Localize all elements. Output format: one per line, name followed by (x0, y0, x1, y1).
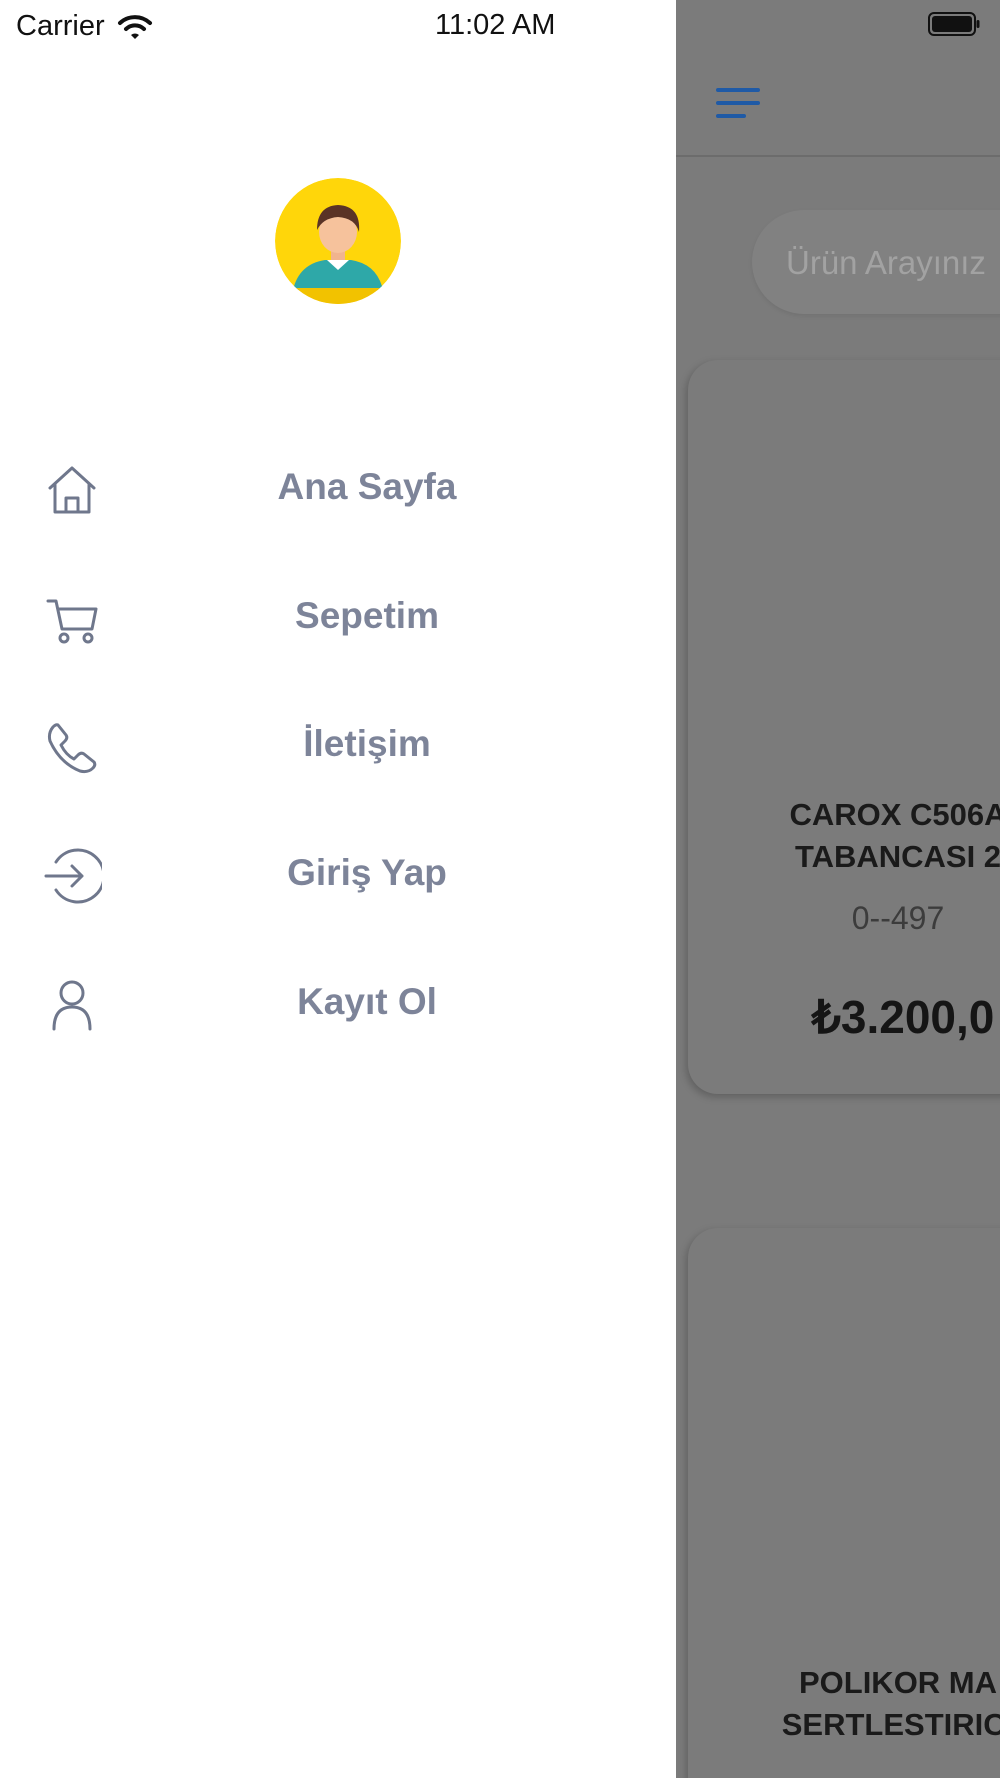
side-drawer: Carrier 11:02 AM Ana Sayfa Sepetim İleti… (0, 0, 676, 1778)
drawer-menu: Ana Sayfa Sepetim İletişim Giriş Yap Kay… (0, 440, 676, 1083)
login-icon (42, 846, 106, 906)
product-title-line: POLIKOR MA (798, 1665, 998, 1700)
menu-item-label: Giriş Yap (287, 852, 447, 894)
menu-item-label: İletişim (303, 723, 431, 765)
wifi-icon (117, 14, 152, 39)
avatar-person-icon (275, 178, 401, 304)
menu-item-register[interactable]: Kayıt Ol (0, 955, 676, 1084)
main-app-dimmed: Ürün Arayınız CAROX C506A TABANCASI 2 0-… (676, 0, 1000, 1778)
hamburger-menu-icon[interactable] (716, 86, 762, 120)
menu-item-login[interactable]: Giriş Yap (0, 826, 676, 955)
product-title-line: CAROX C506A (789, 797, 1000, 832)
app-header (676, 0, 1000, 157)
product-title-line: SERTLESTIRICI (781, 1707, 1000, 1742)
product-code: 0--497 (851, 900, 945, 936)
phone-icon (42, 717, 102, 777)
user-icon (42, 975, 102, 1035)
avatar[interactable] (275, 178, 401, 304)
menu-item-label: Sepetim (295, 594, 439, 636)
product-title-line: TABANCASI 2 (794, 839, 1000, 874)
menu-item-label: Kayıt Ol (297, 980, 437, 1022)
search-placeholder: Ürün Arayınız (786, 244, 986, 281)
carrier-label: Carrier (16, 10, 105, 42)
menu-item-label: Ana Sayfa (277, 466, 457, 507)
product-card[interactable]: CAROX C506A TABANCASI 2 0--497 ₺3.200,0 (688, 360, 1000, 1094)
cart-icon (42, 589, 102, 649)
product-price: ₺3.200,0 (811, 991, 995, 1043)
product-title: CAROX C506A TABANCASI 2 (688, 794, 1000, 878)
menu-item-contact[interactable]: İletişim (0, 697, 676, 826)
menu-item-cart[interactable]: Sepetim (0, 569, 676, 698)
home-icon (42, 460, 102, 520)
menu-item-home[interactable]: Ana Sayfa (0, 440, 676, 569)
battery-icon (928, 12, 980, 36)
product-title: POLIKOR MA SERTLESTIRICI (688, 1662, 1000, 1746)
product-card[interactable]: POLIKOR MA SERTLESTIRICI (688, 1228, 1000, 1778)
status-bar-left: Carrier (16, 10, 153, 43)
clock-label: 11:02 AM (435, 9, 556, 41)
